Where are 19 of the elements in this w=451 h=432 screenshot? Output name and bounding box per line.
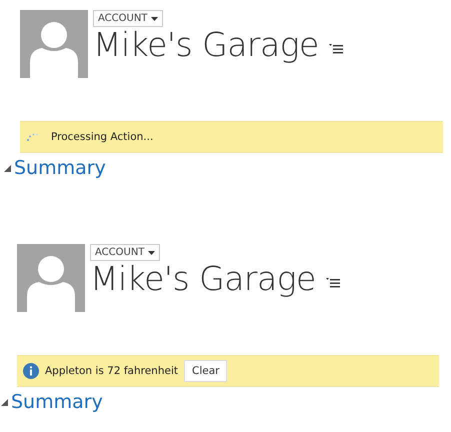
menu-icon[interactable] [328,44,343,54]
spinner-icon [26,132,39,142]
menu-icon[interactable] [326,278,340,288]
record-title: Mike's Garage [93,25,319,64]
section-header[interactable]: Summary [4,157,443,179]
clear-button[interactable]: Clear [184,360,228,382]
caret-icon [4,164,11,172]
avatar-placeholder [17,244,85,312]
section-header[interactable]: Summary [1,391,439,413]
info-icon [23,363,39,379]
caret-icon [148,250,156,254]
notification-text: Processing Action... [51,131,154,143]
caret-icon [1,398,8,406]
notification-text: Appleton is 72 fahrenheit [45,365,178,377]
avatar-placeholder [20,10,88,78]
record-title: Mike's Garage [90,259,316,298]
caret-icon [151,16,158,20]
entity-type-dropdown[interactable]: ACCOUNT [93,10,164,27]
entity-type-dropdown[interactable]: ACCOUNT [90,244,160,261]
